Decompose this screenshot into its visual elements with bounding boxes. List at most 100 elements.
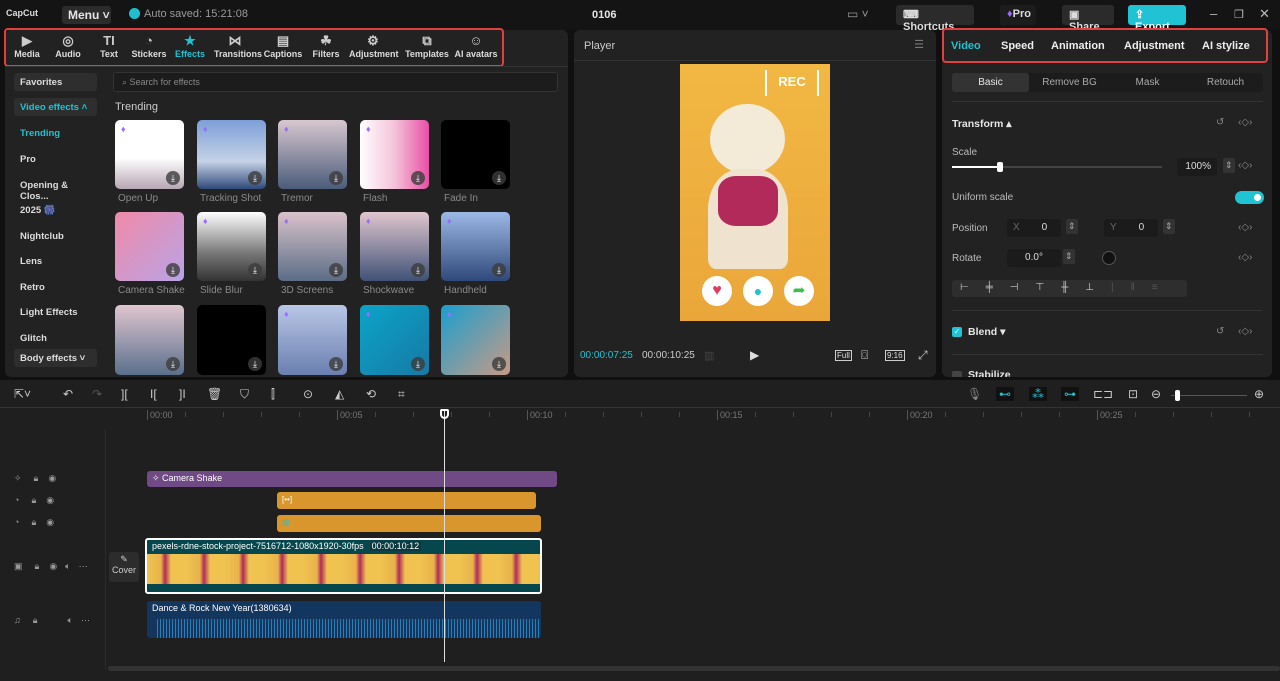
tab-text[interactable]: TI Text (88, 33, 130, 59)
download-icon[interactable]: ⤓ (329, 357, 343, 371)
cover-button[interactable]: ✎ Cover (109, 552, 139, 582)
x-stepper[interactable]: ⇕ (1066, 219, 1078, 234)
zoom-in-icon[interactable]: ⊕ (1254, 387, 1264, 401)
crop-icon[interactable]: ⌗ (398, 387, 405, 402)
effect-thumbnail[interactable]: ♦ ⤓ (441, 212, 510, 281)
scale-slider[interactable] (952, 162, 1162, 172)
stabilize-checkbox[interactable] (952, 371, 962, 377)
select-tool-icon[interactable]: ⇱˅ (14, 387, 31, 401)
export-button[interactable]: ⇪ Export (1128, 5, 1186, 33)
menu-icon[interactable]: ☰ (914, 38, 924, 51)
rotate-stepper[interactable]: ⇕ (1063, 249, 1075, 264)
speed-icon[interactable]: ⊙ (303, 387, 313, 401)
lock-icon[interactable]: 🔒︎ (34, 473, 39, 483)
more-icon[interactable]: ⋯ (81, 615, 90, 625)
video-preview[interactable]: REC ♥ ● ➦ (680, 64, 830, 321)
tab-speed[interactable]: Speed (1001, 40, 1034, 52)
sidebar-item[interactable]: Video effects ˄ (14, 98, 97, 116)
rotate-dial[interactable] (1102, 251, 1116, 265)
download-icon[interactable]: ⤓ (248, 263, 262, 277)
keyframe-icon[interactable]: ‹◇› (1238, 222, 1252, 233)
sticker-clip-icons[interactable]: ◍ (277, 515, 541, 532)
close-icon[interactable]: ✕ (1259, 6, 1270, 22)
linkage-icon[interactable]: ⊶ (1061, 387, 1079, 401)
zoom-to-fit-icon[interactable]: ⊡ (1128, 387, 1138, 401)
effect-thumbnail[interactable]: ♦ ⤓ (360, 120, 429, 189)
play-icon[interactable]: ▶ (750, 348, 759, 362)
mirror-icon[interactable]: ◭ (335, 387, 344, 401)
zoom-slider-handle[interactable] (1175, 390, 1180, 401)
y-stepper[interactable]: ⇕ (1163, 219, 1175, 234)
sidebar-item[interactable]: Glitch (14, 329, 97, 347)
effect-thumbnail[interactable]: ♦ ⤓ (278, 305, 347, 375)
sticker-clip-rec[interactable]: [••] (277, 492, 536, 509)
sidebar-item[interactable]: Body effects ˅ (14, 349, 97, 367)
sidebar-item[interactable]: Opening & Clos... (14, 176, 97, 202)
tab-audio[interactable]: ◎ Audio (47, 33, 89, 59)
effect-thumbnail[interactable]: ♦ ⤓ (441, 305, 510, 375)
split-right-icon[interactable]: ]I (179, 387, 186, 401)
position-y-input[interactable]: Y0 (1104, 219, 1158, 237)
full-button[interactable]: Full (835, 350, 852, 361)
effect-thumbnail[interactable]: ♦ ⤓ (197, 212, 266, 281)
download-icon[interactable]: ⤓ (166, 171, 180, 185)
tab-adjustment[interactable]: ⚙ Adjustment (349, 33, 399, 59)
download-icon[interactable]: ⤓ (329, 263, 343, 277)
effect-thumbnail[interactable]: ♦ ⤓ (360, 212, 429, 281)
lock-icon[interactable]: 🔒︎ (33, 615, 38, 625)
sidebar-item[interactable]: Favorites (14, 73, 97, 91)
transform-heading[interactable]: Transform ▴ (952, 118, 1012, 130)
download-icon[interactable]: ⤓ (248, 171, 262, 185)
align-toolbar[interactable]: ⊢╪⊣⊤╫⊥|‖≡ (952, 280, 1187, 297)
restore-icon[interactable]: ❐ (1234, 8, 1244, 21)
zoom-out-icon[interactable]: ⊖ (1151, 387, 1161, 401)
download-icon[interactable]: ⤓ (329, 171, 343, 185)
download-icon[interactable]: ⤓ (411, 357, 425, 371)
lock-icon[interactable]: 🔒︎ (35, 561, 40, 571)
keyframe-icon[interactable]: ‹◇› (1238, 160, 1252, 171)
tab-adjustment[interactable]: Adjustment (1124, 40, 1185, 52)
lock-icon[interactable]: 🔒︎ (31, 517, 36, 527)
playhead[interactable] (440, 409, 449, 662)
subtab-mask[interactable]: Mask (1110, 77, 1185, 88)
effect-clip[interactable]: ✧ Camera Shake (147, 471, 557, 487)
effect-thumbnail[interactable]: ♦ ⤓ (197, 120, 266, 189)
sidebar-item[interactable]: Light Effects (14, 303, 97, 321)
fullscreen-icon[interactable]: ⤢ (918, 348, 928, 363)
aspect-ratio-button[interactable]: 9:16 (885, 350, 905, 361)
align-icons[interactable]: ⊢╪⊣⊤╫⊥ (960, 282, 1111, 293)
eye-icon[interactable]: ◉ (46, 517, 54, 527)
download-icon[interactable]: ⤓ (166, 263, 180, 277)
effect-thumbnail[interactable]: ♦ ⤓ (360, 305, 429, 375)
reset-icon[interactable]: ↺ (1216, 117, 1224, 128)
effect-thumbnail[interactable]: ⤓ (115, 305, 184, 375)
keyframe-icon[interactable]: ‹◇› (1238, 117, 1252, 128)
sidebar-item[interactable]: Retro (14, 278, 97, 296)
blend-heading[interactable]: Blend ▾ (968, 326, 1005, 338)
sidebar-item[interactable]: Trending (14, 124, 97, 142)
sidebar-item[interactable]: Nightclub (14, 227, 97, 245)
auto-snap-icon[interactable]: ⁂ (1029, 387, 1047, 401)
scale-input[interactable]: 100% (1177, 158, 1217, 176)
eye-icon[interactable]: ◉ (46, 495, 54, 505)
more-icon[interactable]: ⋯ (79, 561, 88, 571)
subtab-retouch[interactable]: Retouch (1188, 77, 1263, 88)
effects-search-input[interactable]: ⌕ Search for effects (113, 72, 558, 92)
download-icon[interactable]: ⤓ (248, 357, 262, 371)
tab-ai-stylize[interactable]: AI stylize (1202, 40, 1250, 52)
scale-slider-handle[interactable] (997, 162, 1004, 172)
shortcuts-button[interactable]: ⌨ Shortcuts (896, 5, 974, 33)
effect-thumbnail[interactable]: ♦ ⤓ (278, 120, 347, 189)
subtab-basic[interactable]: Basic (952, 73, 1029, 92)
download-icon[interactable]: ⤓ (166, 357, 180, 371)
minimize-icon[interactable]: – (1210, 6, 1217, 21)
volume-icon[interactable]: 🔈︎ (68, 615, 73, 625)
freeze-icon[interactable]: ⫿ (271, 387, 275, 402)
tab-filters[interactable]: ☘ Filters (305, 33, 347, 59)
effect-thumbnail[interactable]: ♦ ⤓ (115, 120, 184, 189)
split-icon[interactable]: ][ (121, 387, 128, 401)
preview-axis-icon[interactable]: ⊏⊐ (1093, 387, 1113, 401)
effect-thumbnail[interactable]: ⤓ (115, 212, 184, 281)
zoom-fit-icon[interactable]: ⌼ (861, 348, 868, 363)
sidebar-item[interactable]: Pro (14, 150, 97, 168)
